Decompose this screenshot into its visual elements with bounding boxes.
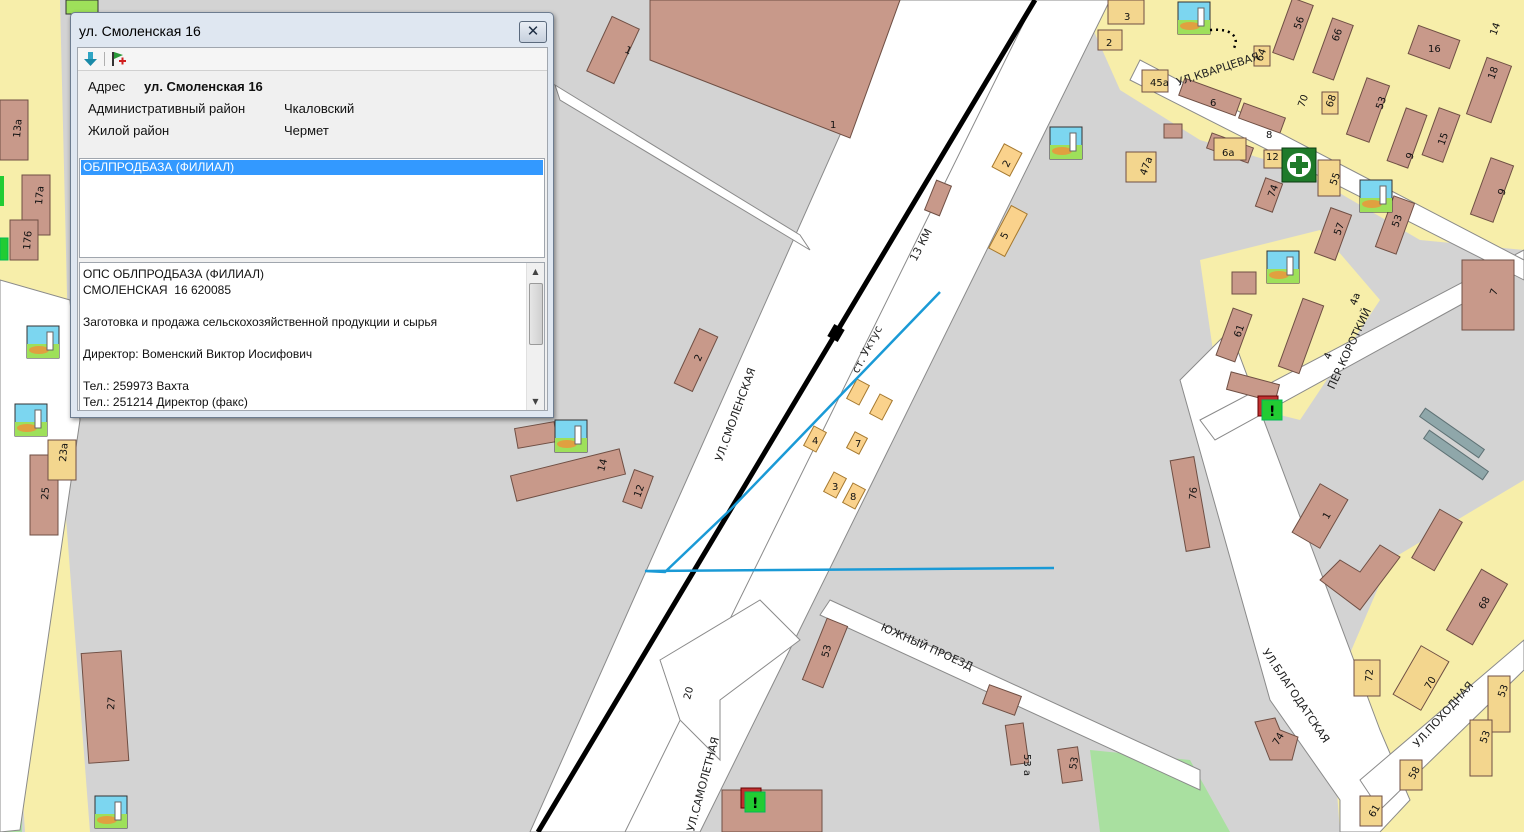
building [1469,719,1493,777]
marker-icon[interactable] [0,176,4,206]
organization-list[interactable]: ОБЛПРОДБАЗА (ФИЛИАЛ) [79,158,545,258]
property-key-admin-district: Административный район [88,101,246,116]
building-number: 1 [830,120,836,131]
building-number: 8 [850,492,856,503]
building [1231,271,1257,295]
building-number: 27 [106,697,118,711]
property-value-admin-district: Чкаловский [284,101,355,116]
building [1461,259,1515,331]
description-text: ОПС ОБЛПРОДБАЗА (ФИЛИАЛ) СМОЛЕНСКАЯ 16 6… [83,267,438,409]
window-toolbar [78,48,547,71]
property-value-address: ул. Смоленская 16 [144,79,263,94]
shop-icon[interactable] [554,419,588,453]
list-item[interactable]: ОБЛПРОДБАЗА (ФИЛИАЛ) [81,160,543,175]
building-number: 3 [832,482,838,493]
shop-icon[interactable] [26,325,60,359]
warning-icon[interactable]: ! [740,787,766,813]
warning-icon[interactable]: ! [1257,395,1283,421]
window-title: ул. Смоленская 16 [79,23,201,39]
scroll-up-icon[interactable]: ▲ [527,263,544,280]
close-button[interactable]: ✕ [519,21,547,43]
building-number: 53 [1068,756,1081,770]
arrow-down-icon[interactable] [82,51,99,67]
shop-icon[interactable] [1177,1,1211,35]
shop-icon[interactable] [94,795,128,829]
shop-icon[interactable] [14,403,48,437]
building-number: 45а [1150,78,1169,89]
building-number: 6а [1222,148,1235,159]
building-number: 4 [812,436,818,447]
building-number: 3 [1124,12,1130,23]
property-value-residential-district: Чермет [284,123,329,138]
building-number: 53 а [1021,754,1032,776]
building [80,650,130,764]
svg-text:!: ! [1269,404,1275,420]
building-number: 72 [1364,669,1376,683]
object-info-window[interactable]: ул. Смоленская 16 ✕ Адрес ул. Смоленская… [70,12,554,418]
shop-icon[interactable] [1049,126,1083,160]
vertical-scrollbar[interactable]: ▲ ▼ [526,263,544,410]
building-number: 13а [12,119,25,139]
building-number: 7 [855,439,861,450]
flag-icon[interactable] [110,51,127,67]
scroll-down-icon[interactable]: ▼ [527,393,544,410]
building-number: 23а [58,443,71,463]
building-number: 16 [1428,44,1441,55]
building-number: 176 [22,230,35,250]
building-number: 2 [1106,38,1112,49]
description-box[interactable]: ОПС ОБЛПРОДБАЗА (ФИЛИАЛ) СМОЛЕНСКАЯ 16 6… [79,262,545,411]
shop-icon[interactable] [1359,179,1393,213]
property-key-residential-district: Жилой район [88,123,170,138]
building-number: 17а [34,186,47,206]
marker-icon[interactable] [0,237,9,261]
svg-text:!: ! [752,796,758,812]
building-number: 25 [40,487,52,501]
property-key-address: Адрес [88,79,126,94]
building-number: 12 [1266,152,1279,163]
toolbar-separator [104,52,105,66]
building-number: 8 [1266,130,1272,141]
scroll-thumb[interactable] [529,283,543,345]
building [721,789,823,832]
window-body: Адрес ул. Смоленская 16 Административный… [77,47,548,411]
building [1163,123,1183,139]
building-number: 76 [1188,487,1200,501]
pharmacy-icon[interactable] [1281,147,1317,183]
building-number: 6 [1210,98,1216,109]
shop-icon[interactable] [1266,250,1300,284]
